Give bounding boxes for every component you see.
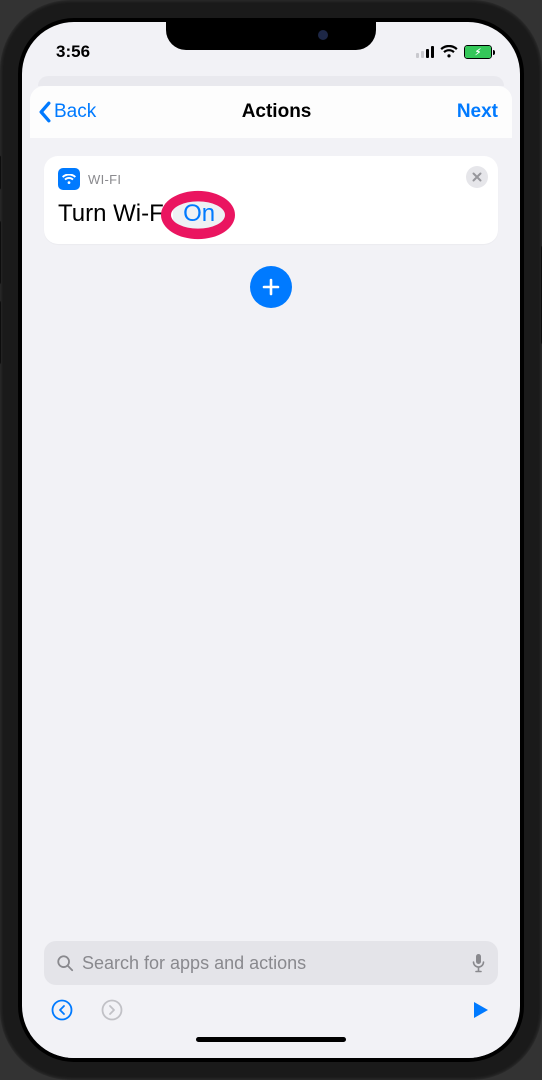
actions-content: WI-FI Turn Wi-Fi On — [30, 138, 512, 941]
back-label: Back — [54, 101, 96, 123]
editor-toolbar — [44, 985, 498, 1035]
redo-button — [98, 996, 126, 1024]
nav-bar: Back Actions Next — [30, 86, 512, 138]
card-header: WI-FI — [58, 168, 484, 190]
undo-button[interactable] — [48, 996, 76, 1024]
sheet-background-stub — [38, 76, 504, 86]
run-button[interactable] — [466, 996, 494, 1024]
add-action-button[interactable] — [250, 266, 292, 308]
volume-up-button — [0, 220, 1, 285]
wifi-icon — [62, 174, 76, 185]
screen: 3:56 ⚡︎ Back Actions Nex — [22, 22, 520, 1058]
chevron-left-icon — [38, 101, 52, 123]
volume-down-button — [0, 300, 1, 365]
plus-icon — [261, 277, 281, 297]
search-input[interactable] — [82, 953, 463, 974]
mic-icon[interactable] — [471, 953, 486, 973]
silence-switch — [0, 155, 1, 190]
undo-icon — [50, 998, 74, 1022]
notch — [166, 18, 376, 50]
wifi-app-icon — [58, 168, 80, 190]
back-button[interactable]: Back — [38, 101, 96, 123]
wifi-icon — [440, 45, 458, 59]
bottom-area — [30, 941, 512, 1058]
status-time: 3:56 — [56, 42, 90, 62]
close-icon — [472, 172, 482, 182]
page-title: Actions — [242, 101, 312, 123]
card-app-label: WI-FI — [88, 172, 121, 187]
search-icon — [56, 954, 74, 972]
cellular-signal-icon — [416, 46, 434, 58]
wifi-state-parameter[interactable]: On — [173, 198, 225, 231]
action-card-wifi[interactable]: WI-FI Turn Wi-Fi On — [44, 156, 498, 244]
home-indicator[interactable] — [196, 1037, 346, 1042]
delete-action-button[interactable] — [466, 166, 488, 188]
next-button[interactable]: Next — [457, 101, 498, 123]
status-right: ⚡︎ — [416, 45, 492, 59]
action-text: Turn Wi-Fi On — [58, 200, 484, 228]
play-icon — [470, 1000, 490, 1020]
battery-charging-icon: ⚡︎ — [464, 45, 492, 59]
phone-frame: 3:56 ⚡︎ Back Actions Nex — [0, 0, 542, 1080]
action-prefix: Turn Wi-Fi — [58, 200, 169, 228]
search-bar[interactable] — [44, 941, 498, 985]
redo-icon — [100, 998, 124, 1022]
